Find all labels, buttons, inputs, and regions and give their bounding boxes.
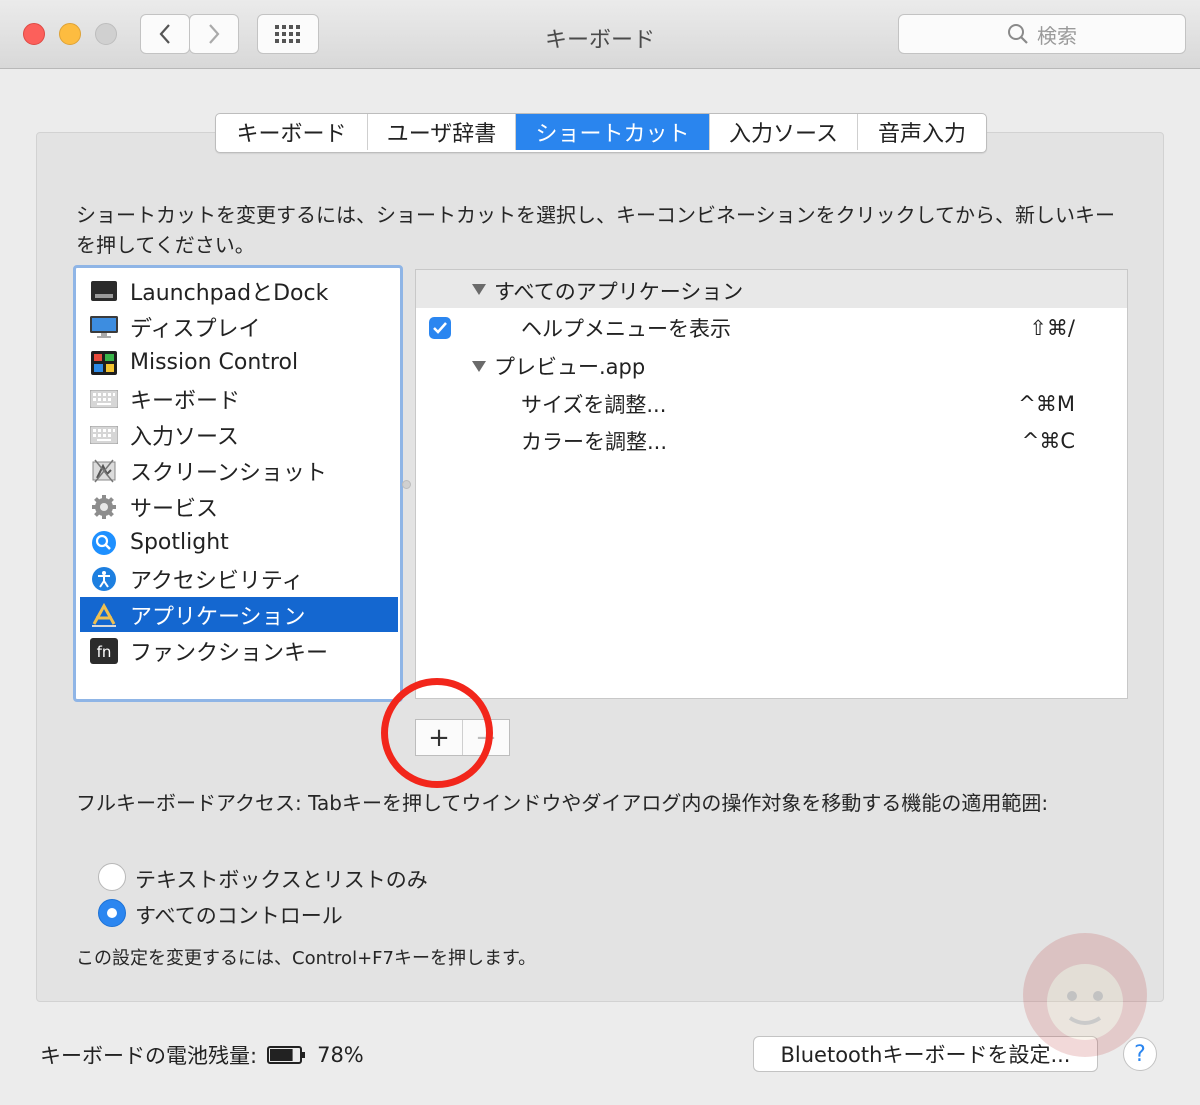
shortcut-keys[interactable]: ^⌘C	[1022, 429, 1075, 453]
category-item-keyboard[interactable]: キーボード	[80, 381, 398, 416]
category-item-function-keys[interactable]: fn ファンクションキー	[80, 633, 398, 668]
shortcut-row-adjust-size[interactable]: サイズを調整... ^⌘M	[416, 385, 1127, 423]
category-label: サービス	[130, 496, 219, 522]
category-label: キーボード	[130, 388, 241, 414]
shortcut-list[interactable]: すべてのアプリケーション ヘルプメニューを表示 ⇧⌘/ プレビュー.app サイ…	[415, 269, 1128, 699]
search-placeholder: 検索	[1037, 23, 1077, 48]
tab-user-dictionary[interactable]: ユーザ辞書	[368, 114, 516, 150]
category-item-launchpad-dock[interactable]: LaunchpadとDock	[80, 273, 398, 308]
radio-label-all-controls[interactable]: すべてのコントロール	[135, 900, 343, 930]
group-label: すべてのアプリケーション	[494, 280, 744, 304]
category-label: ファンクションキー	[130, 640, 329, 666]
tab-bar: キーボード ユーザ辞書 ショートカット 入力ソース 音声入力	[215, 113, 987, 153]
category-item-applications[interactable]: アプリケーション	[80, 597, 398, 632]
shortcut-keys[interactable]: ⇧⌘/	[1029, 316, 1075, 340]
category-item-mission-control[interactable]: Mission Control	[80, 345, 398, 380]
group-header-preview[interactable]: プレビュー.app	[416, 347, 1127, 385]
keyboard-battery-status: キーボードの電池残量: 78%	[40, 1040, 364, 1070]
watermark-logo	[1023, 933, 1147, 1057]
mission-control-icon	[90, 349, 118, 377]
group-header-all-apps[interactable]: すべてのアプリケーション	[416, 270, 1127, 308]
tab-dictation[interactable]: 音声入力	[858, 114, 986, 150]
category-item-input-sources[interactable]: 入力ソース	[80, 417, 398, 452]
instructions-text: ショートカットを変更するには、ショートカットを選択し、キーコンビネーションをクリ…	[76, 203, 1115, 257]
accessibility-icon	[90, 565, 118, 593]
keyboard-icon	[90, 421, 118, 449]
display-icon	[90, 313, 118, 341]
category-list[interactable]: LaunchpadとDock ディスプレイ Mission Control キー…	[73, 265, 403, 702]
dock-icon	[90, 277, 118, 305]
tab-keyboard[interactable]: キーボード	[216, 114, 368, 150]
search-field[interactable]: 検索	[898, 14, 1186, 54]
disclosure-triangle-icon[interactable]	[472, 284, 486, 295]
shortcut-label: サイズを調整...	[521, 393, 667, 417]
category-label: アプリケーション	[130, 604, 306, 630]
shortcut-row-help-menu[interactable]: ヘルプメニューを表示 ⇧⌘/	[416, 309, 1127, 347]
radio-all-controls[interactable]	[98, 899, 126, 927]
gear-icon	[90, 493, 118, 521]
tab-shortcuts[interactable]: ショートカット	[516, 114, 710, 150]
spotlight-icon	[90, 529, 118, 557]
category-label: アクセシビリティ	[130, 568, 304, 594]
disclosure-triangle-icon[interactable]	[472, 361, 486, 372]
group-label: プレビュー.app	[494, 355, 646, 379]
category-label: 入力ソース	[130, 424, 239, 450]
category-label: LaunchpadとDock	[130, 280, 329, 306]
shortcut-label: カラーを調整...	[521, 430, 668, 454]
category-item-screenshots[interactable]: スクリーンショット	[80, 453, 398, 488]
split-view-handle[interactable]	[402, 480, 411, 489]
fn-icon: fn	[90, 637, 118, 665]
shortcut-checkbox[interactable]	[429, 317, 451, 339]
radio-text-boxes-lists[interactable]	[98, 863, 126, 891]
category-item-accessibility[interactable]: アクセシビリティ	[80, 561, 398, 596]
svg-text:fn: fn	[97, 643, 112, 661]
tab-input-sources[interactable]: 入力ソース	[710, 114, 858, 150]
title-bar: キーボード 検索	[0, 0, 1200, 69]
shortcut-label: ヘルプメニューを表示	[521, 317, 731, 341]
battery-label: キーボードの電池残量:	[40, 1044, 258, 1068]
keyboard-icon	[90, 385, 118, 413]
full-keyboard-access-text: フルキーボードアクセス: Tabキーを押してウインドウやダイアログ内の操作対象を…	[76, 791, 1049, 815]
category-label: Mission Control	[130, 350, 299, 375]
category-label: Spotlight	[130, 530, 229, 555]
category-label: ディスプレイ	[130, 316, 261, 342]
shortcut-keys[interactable]: ^⌘M	[1018, 392, 1075, 416]
battery-icon	[267, 1046, 306, 1064]
app-store-icon	[90, 601, 118, 629]
radio-label-text-boxes-lists[interactable]: テキストボックスとリストのみ	[135, 864, 428, 894]
battery-percentage: 78%	[317, 1043, 364, 1067]
category-item-display[interactable]: ディスプレイ	[80, 309, 398, 344]
search-icon	[1008, 24, 1028, 44]
category-item-services[interactable]: サービス	[80, 489, 398, 524]
checkmark-icon	[433, 322, 447, 334]
screenshot-icon	[90, 457, 118, 485]
keyboard-shortcut-note: この設定を変更するには、Control+F7キーを押します。	[76, 948, 537, 969]
shortcut-row-adjust-color[interactable]: カラーを調整... ^⌘C	[416, 422, 1127, 460]
annotation-circle	[381, 678, 493, 788]
category-label: スクリーンショット	[130, 460, 327, 486]
category-item-spotlight[interactable]: Spotlight	[80, 525, 398, 560]
